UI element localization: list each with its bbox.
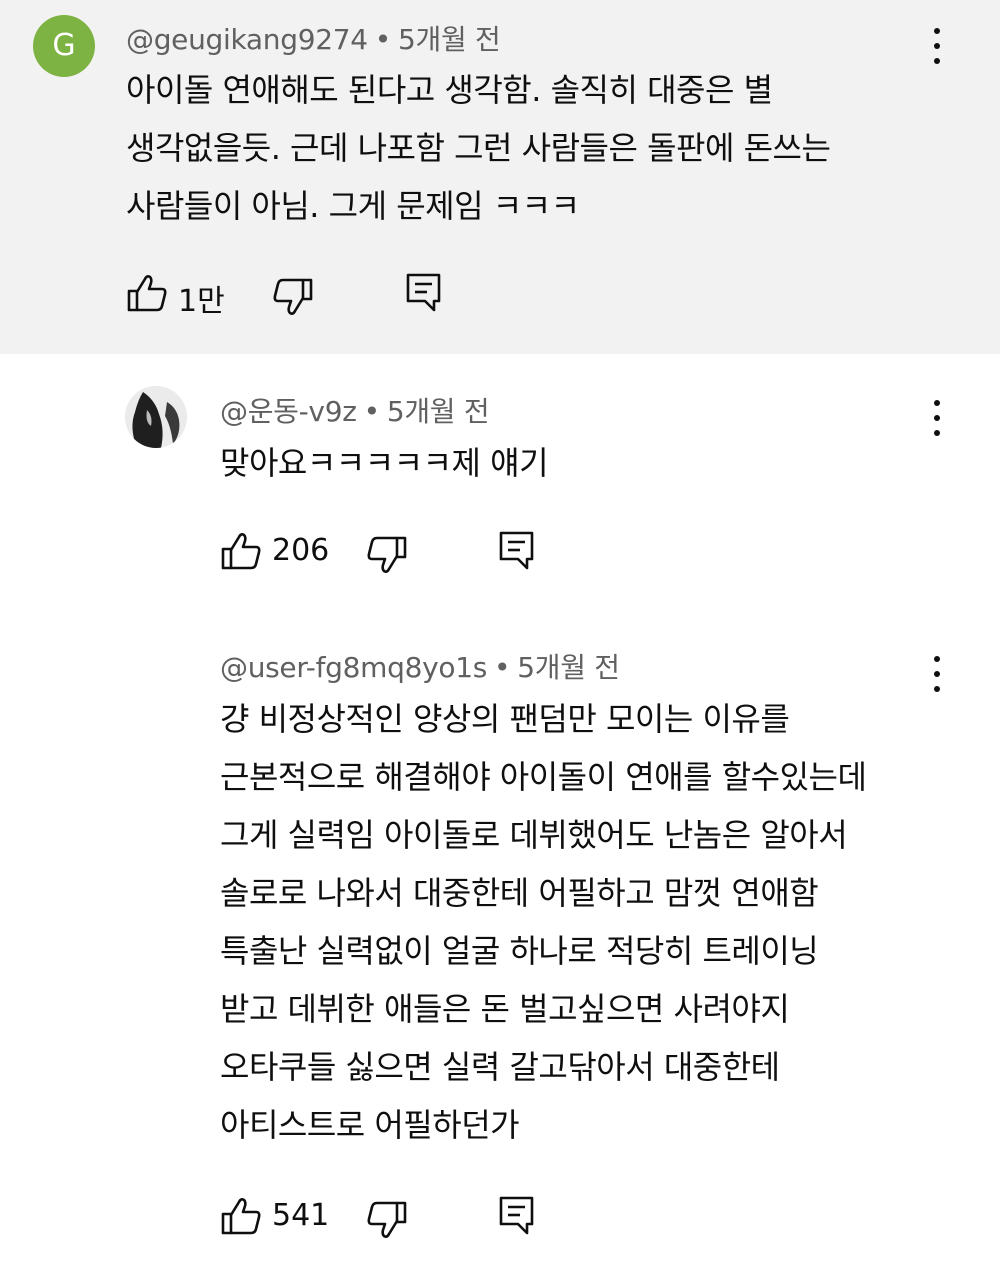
comment-text-line: 특출난 실력없이 얼굴 하나로 적당히 트레이닝 bbox=[220, 932, 819, 970]
reply-button[interactable] bbox=[404, 272, 444, 314]
thumbs-up-icon-hand bbox=[229, 1198, 261, 1235]
comment-text-line: 생각없을듯. 근데 나포함 그런 사람들은 돌판에 돈쓰는 bbox=[126, 129, 831, 167]
comment-author-handle[interactable]: @user-fg8mq8yo1s bbox=[220, 651, 487, 684]
comment-text-line: 그게 실력임 아이돌로 데뷔했어도 난놈은 알아서 bbox=[220, 816, 848, 854]
thumbs-down-icon-cuff bbox=[395, 1201, 407, 1224]
more-vertical-icon-dot bbox=[934, 415, 940, 421]
like-button[interactable] bbox=[220, 1195, 262, 1237]
comment-text-line: 솔로로 나와서 대중한테 어필하고 맘껏 연애함 bbox=[220, 874, 819, 912]
like-count: 206 bbox=[272, 533, 330, 568]
comment-text-line: 맞아요ㅋㅋㅋㅋㅋ제 얘기 bbox=[220, 444, 549, 482]
comment-timestamp[interactable]: 5개월 전 bbox=[387, 395, 490, 428]
meta-separator: • bbox=[363, 395, 381, 428]
reply-button[interactable] bbox=[497, 530, 537, 572]
dislike-button[interactable] bbox=[272, 276, 314, 318]
thumbs-down-icon bbox=[367, 1201, 407, 1238]
thumbs-up-icon bbox=[127, 275, 167, 312]
like-button[interactable] bbox=[126, 272, 168, 314]
reply-comment-icon bbox=[499, 1196, 534, 1235]
thumbs-down-icon-hand bbox=[367, 1201, 399, 1238]
more-vertical-icon-dot bbox=[934, 43, 940, 49]
dislike-button[interactable] bbox=[366, 534, 408, 576]
comment-meta: @운동-v9z • 5개월 전 bbox=[220, 390, 490, 430]
comment-text-line: 받고 데뷔한 애들은 돈 벌고싶으면 사려야지 bbox=[220, 990, 790, 1028]
thumbs-down-icon-cuff bbox=[395, 536, 407, 559]
thumbs-down-icon-hand bbox=[367, 536, 399, 573]
more-vertical-icon-dot bbox=[934, 58, 940, 64]
comment-author-handle[interactable]: @geugikang9274 bbox=[126, 23, 368, 56]
dislike-button[interactable] bbox=[366, 1199, 408, 1241]
reply-comment-icon bbox=[499, 531, 534, 570]
thumbs-up-icon bbox=[221, 1198, 261, 1235]
thumbs-up-icon-cuff bbox=[127, 289, 139, 312]
meta-separator: • bbox=[374, 23, 392, 56]
comment-text-line: 사람들이 아님. 그게 문제임 ㅋㅋㅋ bbox=[126, 187, 580, 225]
comment-text-line: 아티스트로 어필하던가 bbox=[220, 1106, 520, 1144]
comment-timestamp[interactable]: 5개월 전 bbox=[517, 651, 620, 684]
more-vertical-icon bbox=[934, 28, 940, 34]
thumbs-down-icon-cuff bbox=[301, 278, 313, 301]
comment-more-button[interactable] bbox=[917, 646, 957, 702]
avatar[interactable] bbox=[125, 386, 187, 448]
thumbs-up-icon-hand bbox=[229, 533, 261, 570]
thumbs-up-icon-cuff bbox=[221, 1212, 233, 1235]
reply-comment-icon bbox=[406, 273, 441, 312]
meta-separator: • bbox=[494, 651, 511, 684]
comment-text-line: 오타쿠들 싫으면 실력 갈고닦아서 대중한테 bbox=[220, 1048, 780, 1086]
more-vertical-icon bbox=[934, 656, 940, 662]
comment-more-button[interactable] bbox=[917, 390, 957, 446]
avatar-image bbox=[125, 386, 187, 448]
more-vertical-icon-dot bbox=[934, 671, 940, 677]
comment-meta: @geugikang9274 • 5개월 전 bbox=[126, 18, 501, 58]
thumbs-down-icon-hand bbox=[273, 278, 305, 315]
like-button[interactable] bbox=[220, 530, 262, 572]
comment-author-handle[interactable]: @운동-v9z bbox=[220, 395, 357, 428]
comment-text: 맞아요ㅋㅋㅋㅋㅋ제 얘기 bbox=[220, 434, 549, 492]
comment-text-line: 걍 비정상적인 양상의 팬덤만 모이는 이유를 bbox=[220, 700, 790, 738]
more-vertical-icon-dot bbox=[934, 686, 940, 692]
comment-meta: @user-fg8mq8yo1s • 5개월 전 bbox=[220, 646, 620, 686]
like-count: 1만 bbox=[178, 284, 225, 319]
comment-text-line: 아이돌 연애해도 된다고 생각함. 솔직히 대중은 별 bbox=[126, 71, 773, 109]
comment-text: 아이돌 연애해도 된다고 생각함. 솔직히 대중은 별 생각없을듯. 근데 나포… bbox=[126, 61, 831, 235]
comment-text-line: 근본적으로 해결해야 아이돌이 연애를 할수있는데 bbox=[220, 758, 867, 796]
comment-text: 걍 비정상적인 양상의 팬덤만 모이는 이유를 근본적으로 해결해야 아이돌이 … bbox=[220, 690, 867, 1154]
like-count: 541 bbox=[272, 1198, 330, 1233]
avatar[interactable]: G bbox=[33, 15, 95, 77]
comment-timestamp[interactable]: 5개월 전 bbox=[398, 23, 501, 56]
thumbs-down-icon bbox=[273, 278, 313, 315]
thumbs-up-icon-hand bbox=[135, 275, 167, 312]
comment-more-button[interactable] bbox=[917, 18, 957, 74]
more-vertical-icon-dot bbox=[934, 430, 940, 436]
reply-button[interactable] bbox=[497, 1195, 537, 1237]
thumbs-down-icon bbox=[367, 536, 407, 573]
more-vertical-icon bbox=[934, 400, 940, 406]
thumbs-up-icon-cuff bbox=[221, 547, 233, 570]
thumbs-up-icon bbox=[221, 533, 261, 570]
